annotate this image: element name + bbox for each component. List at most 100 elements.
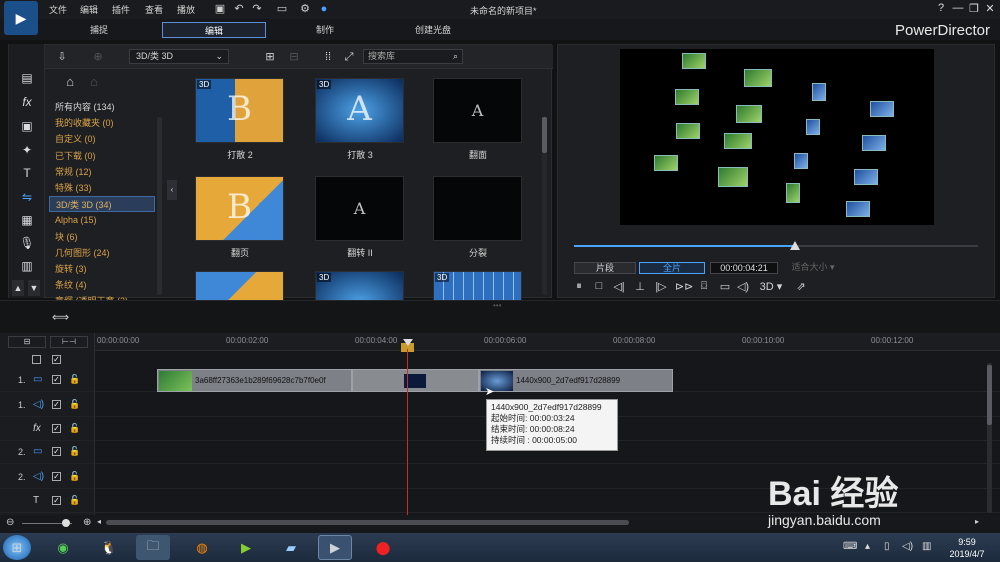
transition-room-icon[interactable]: ⇋ [18, 189, 36, 205]
category-item[interactable]: 所有内容 (134) [49, 99, 155, 115]
plugin-icon[interactable]: ⊕ [91, 50, 105, 64]
start-button[interactable]: ⊞ [3, 535, 31, 560]
track-enable-checkbox[interactable]: ✓ [52, 400, 61, 409]
tray-keyboard-icon[interactable]: ⌨ [843, 541, 857, 552]
track-lock-icon[interactable]: 🔓 [69, 423, 80, 434]
scroll-up-icon[interactable]: ▲ [12, 280, 24, 296]
track-lock-icon[interactable]: 🔓 [69, 495, 80, 506]
clip-mode-button[interactable]: 片段 [574, 262, 636, 274]
transition-thumbnail[interactable]: A 3D [315, 78, 404, 143]
minimize-button[interactable]: — [951, 2, 965, 14]
aspect-ratio-icon[interactable]: ▭ [272, 2, 292, 16]
tag-add-icon[interactable]: ⌂ [63, 75, 77, 89]
audio-mixing-icon[interactable]: ▦ [18, 212, 36, 228]
fit-timeline-icon[interactable]: ⟺ [52, 310, 69, 324]
scroll-down-icon[interactable]: ▼ [28, 280, 40, 296]
timeline-vscroll-thumb[interactable] [987, 365, 992, 425]
save-icon[interactable]: ▣ [213, 2, 227, 16]
voice-over-icon[interactable]: 🎙 [18, 235, 36, 251]
category-item[interactable]: Alpha (15) [49, 212, 155, 228]
transition-thumbnail[interactable]: A [315, 176, 404, 241]
menu-edit[interactable]: 编辑 [80, 3, 98, 16]
chapter-room-icon[interactable]: ▥ [18, 258, 36, 274]
taskbar-app-qq-icon[interactable]: 🐧 [92, 535, 126, 560]
media-room-icon[interactable]: ▤ [18, 70, 36, 86]
track-lock-icon[interactable]: 🔓 [69, 374, 80, 385]
zoom-slider-handle[interactable] [62, 519, 70, 527]
category-item[interactable]: 常规 (12) [49, 164, 155, 180]
category-item[interactable]: 特殊 (33) [49, 180, 155, 196]
transition-region[interactable] [352, 369, 479, 392]
taskbar-app-record-icon[interactable]: ⬤ [366, 535, 400, 560]
settings-gear-icon[interactable]: ⚙ [298, 2, 312, 16]
add-to-timeline-icon[interactable]: ⊞ [263, 50, 277, 64]
category-item[interactable]: 块 (6) [49, 229, 155, 245]
menu-file[interactable]: 文件 [49, 3, 67, 16]
enable-all-checkbox[interactable] [32, 355, 41, 364]
restore-button[interactable]: ❐ [967, 2, 981, 15]
tray-device-icon[interactable]: ▯ [884, 541, 890, 552]
storyboard-icon[interactable]: ⊢⊣ [50, 336, 88, 348]
menu-plugins[interactable]: 插件 [112, 3, 130, 16]
particle-room-icon[interactable]: ✦ [18, 142, 36, 158]
track-lock-icon[interactable]: 🔓 [69, 399, 80, 410]
pause-icon[interactable]: ⏸ [572, 280, 586, 293]
tab-create-disc[interactable]: 创建光盘 [398, 22, 468, 38]
track-enable-checkbox[interactable]: ✓ [52, 424, 61, 433]
previous-frame-icon[interactable]: ◁| [612, 280, 626, 293]
category-item[interactable]: 3D/类 3D (34) [49, 196, 155, 213]
import-icon[interactable]: ⇩ [55, 50, 69, 64]
track-enable-checkbox[interactable]: ✓ [52, 375, 61, 384]
category-item[interactable]: 自定义 (0) [49, 131, 155, 147]
taskbar-app-media-icon[interactable]: ▶ [229, 535, 263, 560]
tab-edit[interactable]: 编辑 [162, 22, 266, 38]
tray-expand-icon[interactable]: ▴ [865, 541, 870, 552]
movie-mode-button[interactable]: 全片 [639, 262, 705, 274]
track-lock-icon[interactable]: 🔓 [69, 471, 80, 482]
3d-mode-button[interactable]: 3D ▾ [758, 280, 784, 293]
transition-thumbnail[interactable]: B 3D [195, 78, 284, 143]
close-button[interactable]: ✕ [983, 2, 997, 15]
taskbar-app-notes-icon[interactable]: ▰ [274, 535, 308, 560]
track-manager-icon[interactable]: ⊟ [8, 336, 46, 348]
tab-produce[interactable]: 制作 [290, 22, 360, 38]
video-clip-1[interactable]: 3a68ff27363e1b289f69628c7b7f0e0f [157, 369, 352, 392]
help-button[interactable]: ? [934, 2, 948, 14]
scroll-left-icon[interactable]: ◂ [97, 517, 101, 526]
transition-thumbnail[interactable]: B [195, 176, 284, 241]
zoom-in-icon[interactable]: ⊕ [83, 517, 91, 528]
fullscreen-icon[interactable]: ⤢ [342, 50, 356, 64]
replace-icon[interactable]: ⊟ [287, 50, 301, 64]
track-enable-checkbox[interactable]: ✓ [52, 447, 61, 456]
track-lock-icon[interactable]: 🔓 [69, 446, 80, 457]
category-item[interactable]: 条纹 (4) [49, 277, 155, 293]
preview-scrubber-handle[interactable] [790, 241, 800, 250]
track-enable-checkbox[interactable]: ✓ [52, 496, 61, 505]
undo-icon[interactable]: ↶ [232, 2, 246, 16]
video-clip-2[interactable]: 1440x900_2d7edf917d28899 [479, 369, 673, 392]
drag-handle-icon[interactable]: ••• [493, 301, 501, 310]
taskbar-app-powerdirector-icon[interactable]: ▶ [318, 535, 352, 560]
undock-icon[interactable]: ⇗ [794, 280, 808, 293]
split-icon[interactable]: ⊥ [633, 280, 647, 293]
snapshot-icon[interactable]: ⌼ [697, 280, 711, 293]
transition-thumbnail[interactable]: A [433, 78, 522, 143]
effects-room-icon[interactable]: fx [18, 94, 36, 110]
timeline-hscroll-thumb[interactable] [106, 520, 629, 525]
playhead-arrow-icon[interactable] [403, 339, 413, 346]
grid-view-icon[interactable]: ⁞⁞ [321, 50, 335, 64]
timecode-display[interactable]: 00:00:04:21 [710, 262, 778, 274]
category-item[interactable]: 我的收藏夹 (0) [49, 115, 155, 131]
redo-icon[interactable]: ↷ [250, 2, 264, 16]
tray-network-icon[interactable]: ▥ [922, 541, 931, 552]
category-item[interactable]: 旋转 (3) [49, 261, 155, 277]
fast-forward-icon[interactable]: ⊳⊳ [675, 280, 693, 293]
stop-icon[interactable]: □ [592, 280, 606, 292]
track-enable-checkbox[interactable]: ✓ [52, 472, 61, 481]
lock-all-checkbox[interactable]: ✓ [52, 355, 61, 364]
taskbar-clock[interactable]: 9:59 2019/4/7 [942, 536, 992, 560]
volume-icon[interactable]: ◁) [736, 280, 750, 293]
subtitle-icon[interactable]: ▭ [718, 280, 732, 293]
time-ruler[interactable]: 00:00:00:00 00:00:02:00 00:00:04:00 00:00:0… [95, 333, 1000, 351]
taskbar-app-explorer-icon[interactable]: 🗀 [136, 535, 170, 560]
